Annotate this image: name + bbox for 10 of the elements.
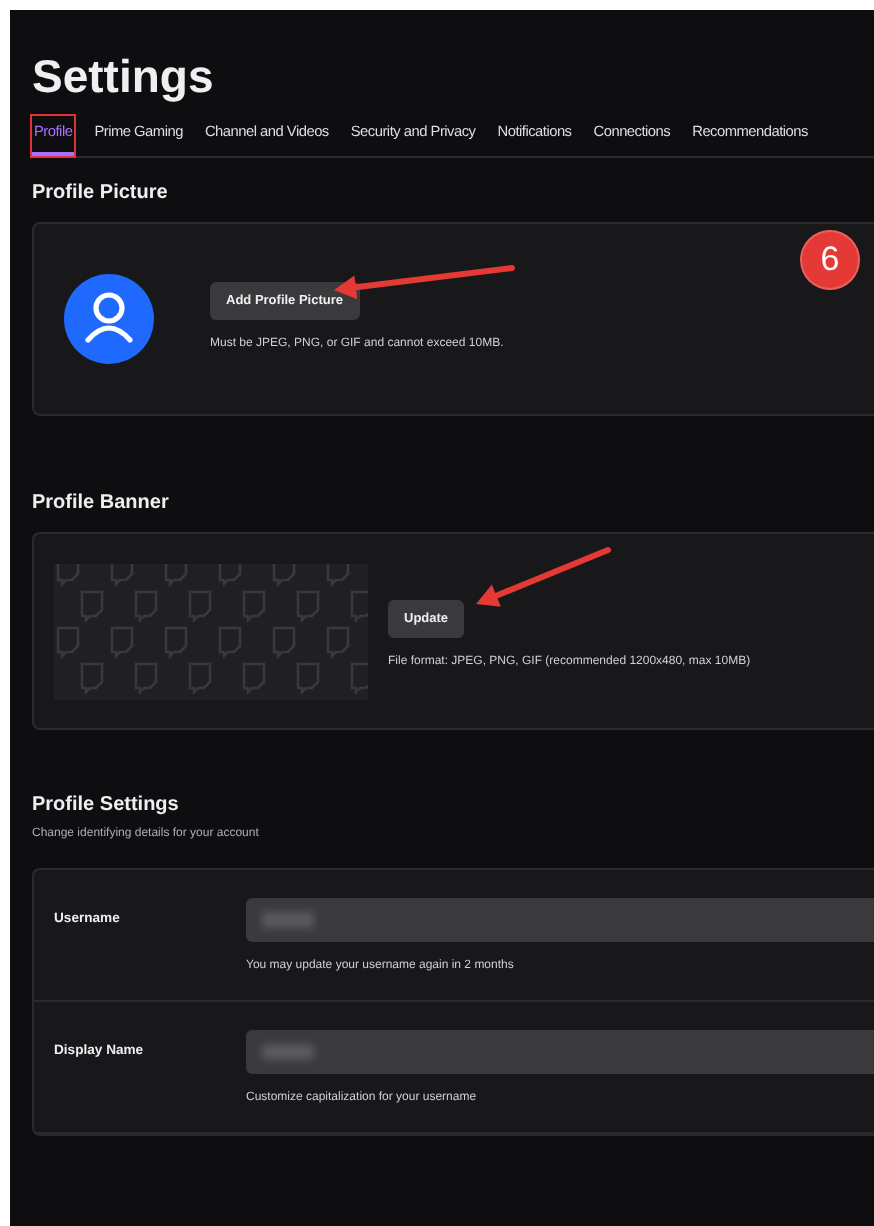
page-title: Settings xyxy=(32,54,216,100)
section-heading: Profile Settings xyxy=(32,794,181,819)
avatar-icon xyxy=(64,274,154,365)
step-number-badge: 6 xyxy=(800,230,860,291)
blurred-text xyxy=(262,912,314,929)
input-field[interactable] xyxy=(246,898,874,943)
section-heading: Profile Picture xyxy=(32,182,170,207)
section-heading: Profile Banner xyxy=(32,492,171,517)
input-field[interactable] xyxy=(246,1030,874,1075)
blurred-text xyxy=(262,1044,314,1061)
